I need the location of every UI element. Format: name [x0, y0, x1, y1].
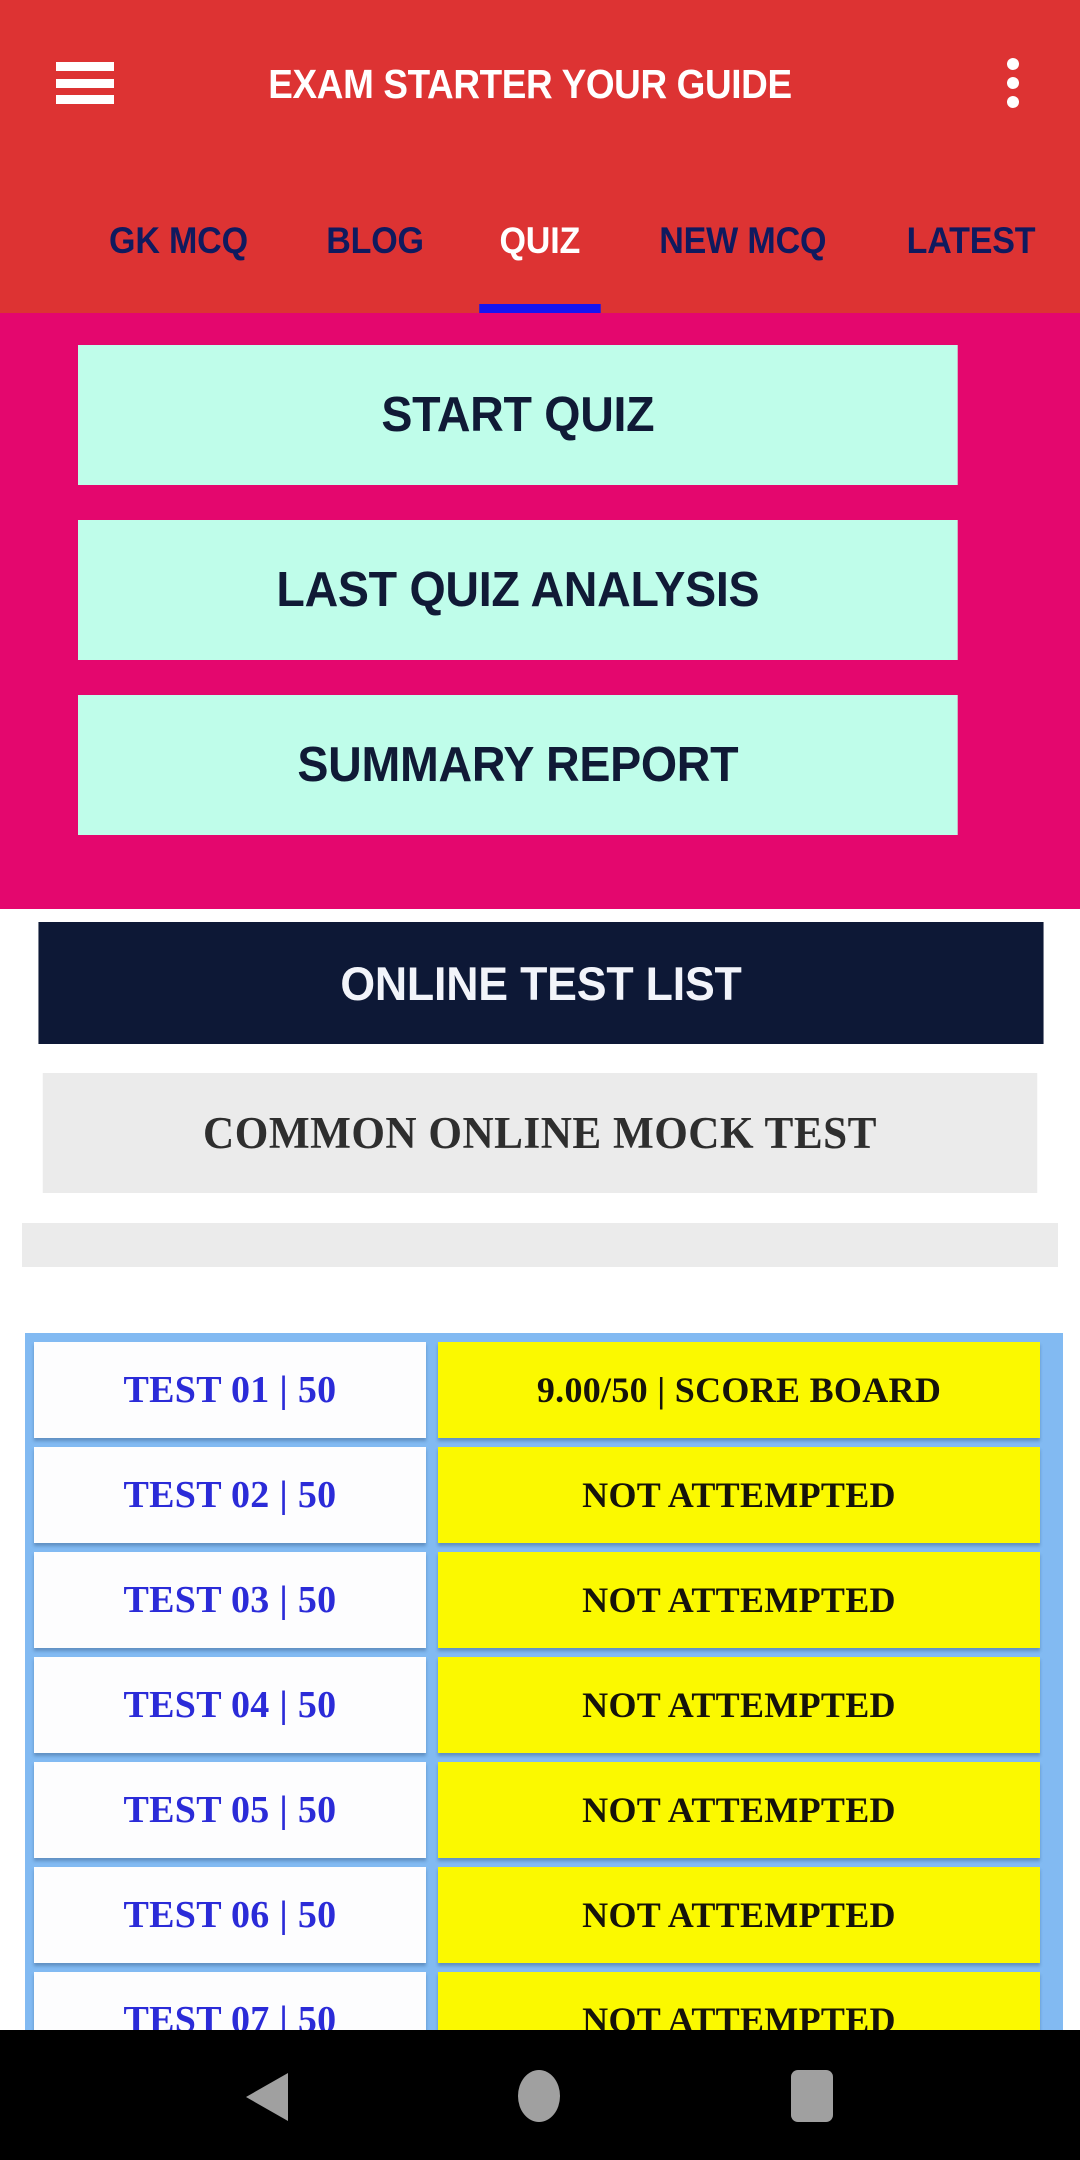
tab-new-mcq[interactable]: NEW MCQ: [628, 168, 858, 313]
tab-quiz[interactable]: QUIZ: [468, 168, 611, 313]
app-bar: EXAM STARTER YOUR GUIDE: [0, 0, 1080, 168]
test-status-cell[interactable]: NOT ATTEMPTED: [438, 1972, 1040, 2033]
square-recents-icon[interactable]: [791, 2070, 833, 2122]
kebab-dot: [1007, 58, 1019, 70]
table-row: TEST 01 | 50 9.00/50 | SCORE BOARD: [34, 1342, 1063, 1447]
online-test-list-header: ONLINE TEST LIST: [38, 922, 1044, 1044]
page-title: EXAM STARTER YOUR GUIDE: [268, 61, 792, 107]
test-name-cell[interactable]: TEST 02 | 50: [34, 1447, 426, 1543]
quiz-actions-panel: START QUIZ LAST QUIZ ANALYSIS SUMMARY RE…: [0, 313, 1080, 909]
kebab-dot: [1007, 77, 1019, 89]
test-status-cell[interactable]: NOT ATTEMPTED: [438, 1762, 1040, 1858]
tab-latest[interactable]: LATEST: [875, 168, 1066, 313]
table-row: TEST 05 | 50 NOT ATTEMPTED: [34, 1762, 1063, 1867]
hamburger-bar: [56, 78, 114, 88]
table-row: TEST 06 | 50 NOT ATTEMPTED: [34, 1867, 1063, 1972]
kebab-dot: [1007, 96, 1019, 108]
system-navigation-bar: [0, 2030, 1080, 2160]
summary-report-button[interactable]: SUMMARY REPORT: [78, 695, 958, 835]
grey-divider-strip: [22, 1223, 1058, 1267]
hamburger-bar: [56, 95, 114, 104]
test-status-cell[interactable]: NOT ATTEMPTED: [438, 1657, 1040, 1753]
test-status-cell[interactable]: NOT ATTEMPTED: [438, 1867, 1040, 1963]
start-quiz-button[interactable]: START QUIZ: [78, 345, 958, 485]
hamburger-menu-icon[interactable]: [56, 62, 114, 104]
test-status-cell[interactable]: 9.00/50 | SCORE BOARD: [438, 1342, 1040, 1438]
kebab-menu-icon[interactable]: [1003, 58, 1023, 108]
tab-blog[interactable]: BLOG: [295, 168, 455, 313]
last-quiz-analysis-button[interactable]: LAST QUIZ ANALYSIS: [78, 520, 958, 660]
test-status-cell[interactable]: NOT ATTEMPTED: [438, 1447, 1040, 1543]
test-name-cell[interactable]: TEST 04 | 50: [34, 1657, 426, 1753]
common-online-mock-test-title: COMMON ONLINE MOCK TEST: [42, 1073, 1038, 1193]
tab-bar: GK MCQ BLOG QUIZ NEW MCQ LATEST: [0, 168, 1080, 313]
test-status-cell[interactable]: NOT ATTEMPTED: [438, 1552, 1040, 1648]
table-row: TEST 07 | 50 NOT ATTEMPTED: [34, 1972, 1063, 2033]
table-row: TEST 02 | 50 NOT ATTEMPTED: [34, 1447, 1063, 1552]
table-row: TEST 04 | 50 NOT ATTEMPTED: [34, 1657, 1063, 1762]
table-row: TEST 03 | 50 NOT ATTEMPTED: [34, 1552, 1063, 1657]
circle-home-icon[interactable]: [518, 2070, 560, 2122]
test-name-cell[interactable]: TEST 06 | 50: [34, 1867, 426, 1963]
hamburger-bar: [56, 62, 114, 71]
test-name-cell[interactable]: TEST 01 | 50: [34, 1342, 426, 1438]
tab-gk-mcq[interactable]: GK MCQ: [78, 168, 279, 313]
triangle-back-icon[interactable]: [246, 2073, 288, 2121]
tab-strip[interactable]: GK MCQ BLOG QUIZ NEW MCQ LATEST: [69, 168, 1075, 313]
test-name-cell[interactable]: TEST 05 | 50: [34, 1762, 426, 1858]
test-name-cell[interactable]: TEST 03 | 50: [34, 1552, 426, 1648]
test-list-container: TEST 01 | 50 9.00/50 | SCORE BOARD TEST 02…: [25, 1333, 1063, 2033]
test-name-cell[interactable]: TEST 07 | 50: [34, 1972, 426, 2033]
